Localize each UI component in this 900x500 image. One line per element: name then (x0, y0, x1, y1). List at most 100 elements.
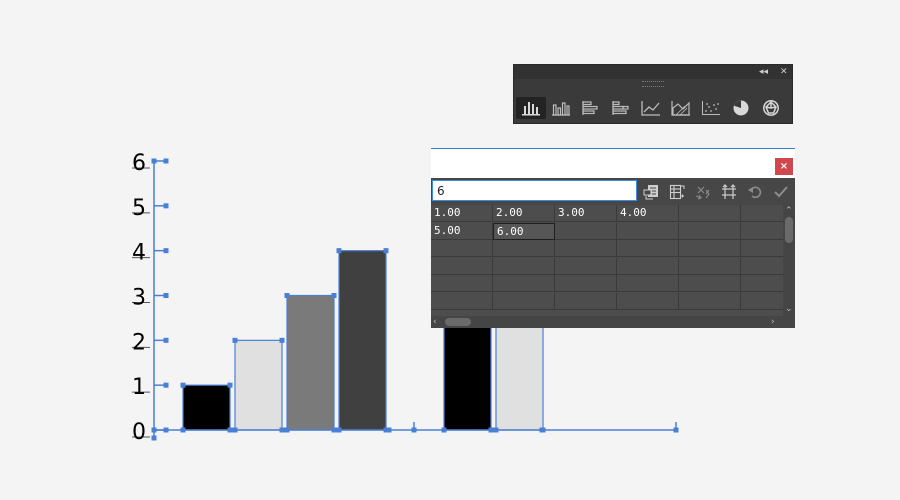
data-cell[interactable] (741, 205, 783, 222)
import-data-icon[interactable] (641, 183, 661, 201)
bar-anchor[interactable] (284, 293, 290, 298)
bar-anchor[interactable] (180, 382, 186, 388)
area-graph-icon[interactable] (666, 97, 696, 119)
bar-2[interactable] (234, 339, 283, 431)
data-cell[interactable] (679, 205, 741, 222)
pie-graph-icon[interactable] (726, 97, 756, 119)
data-cell[interactable] (679, 275, 741, 292)
data-window-titlebar[interactable]: × (431, 148, 795, 178)
data-cell[interactable] (493, 240, 555, 257)
apply-icon[interactable] (771, 183, 791, 201)
close-icon[interactable]: ✕ (780, 66, 788, 78)
bar-anchor[interactable] (383, 248, 389, 254)
data-cell[interactable]: 3.00 (555, 205, 617, 222)
axis-anchor[interactable] (151, 427, 157, 433)
data-cell[interactable] (493, 257, 555, 275)
data-cell[interactable] (555, 257, 617, 275)
tick-anchor[interactable] (163, 382, 169, 388)
bar-anchor[interactable] (279, 337, 285, 343)
axis-anchor[interactable] (386, 427, 392, 433)
data-cell[interactable] (617, 222, 679, 240)
data-cell[interactable]: 1.00 (431, 205, 493, 222)
cell-style-icon[interactable] (719, 183, 739, 201)
data-cell[interactable] (617, 275, 679, 292)
scroll-left-icon[interactable]: ‹ (433, 317, 437, 327)
data-cell[interactable]: 4.00 (617, 205, 679, 222)
data-cell[interactable] (741, 240, 783, 257)
bar-anchor[interactable] (336, 248, 342, 254)
bar-1[interactable] (182, 384, 231, 431)
y-tick-label: 1 (132, 375, 146, 400)
data-cell[interactable] (679, 240, 741, 257)
stacked-bar-graph-icon[interactable] (606, 97, 636, 119)
scroll-up-icon[interactable]: ⌃ (785, 206, 793, 216)
cell-entry-field[interactable] (432, 180, 637, 201)
data-cell[interactable] (617, 257, 679, 275)
tick-anchor[interactable] (163, 158, 169, 164)
bar-4[interactable] (338, 250, 387, 431)
double-chevron-left-icon[interactable]: ◂◂ (759, 66, 768, 78)
tick-anchor[interactable] (163, 337, 169, 343)
bar-anchor[interactable] (232, 337, 238, 343)
panel-grip[interactable] (642, 81, 664, 87)
data-cell[interactable] (431, 240, 493, 257)
data-cell[interactable] (741, 223, 783, 240)
scrollbar-thumb[interactable] (785, 217, 793, 243)
data-cell[interactable] (679, 257, 741, 275)
bar-anchor[interactable] (331, 293, 337, 298)
horizontal-scrollbar[interactable]: ‹ › (431, 316, 795, 328)
data-cell[interactable] (555, 292, 617, 310)
axis-anchor[interactable] (539, 427, 545, 433)
data-cell[interactable] (431, 257, 493, 275)
axis-anchor[interactable] (151, 435, 157, 441)
close-button[interactable]: × (775, 158, 793, 175)
bar-graph-icon[interactable] (576, 97, 606, 119)
data-cell[interactable] (555, 222, 617, 240)
axis-anchor[interactable] (281, 427, 287, 433)
axis-anchor[interactable] (334, 427, 340, 433)
y-tick-label: 3 (132, 286, 146, 311)
data-cell[interactable] (555, 240, 617, 257)
data-window-toolbar (431, 178, 795, 205)
scrollbar-thumb[interactable] (445, 318, 471, 326)
data-cell[interactable]: 5.00 (431, 222, 493, 240)
data-cell[interactable] (679, 222, 741, 240)
axis-anchor[interactable] (163, 427, 169, 433)
data-cell[interactable] (679, 292, 741, 310)
data-cell[interactable] (617, 292, 679, 310)
data-cell[interactable] (617, 240, 679, 257)
tick-anchor[interactable] (163, 248, 169, 254)
transpose-icon[interactable] (667, 183, 687, 201)
data-cell[interactable] (555, 275, 617, 292)
axis-anchor[interactable] (151, 158, 157, 164)
graph-tool-list (516, 97, 786, 119)
panel-header[interactable]: ◂◂ ✕ (514, 65, 792, 79)
data-cell[interactable] (493, 275, 555, 292)
axis-anchor[interactable] (489, 427, 495, 433)
data-cell[interactable] (431, 275, 493, 292)
revert-icon[interactable] (745, 183, 765, 201)
data-cell[interactable]: 2.00 (493, 205, 555, 222)
y-tick-label: 5 (132, 196, 146, 221)
radar-graph-icon[interactable] (756, 97, 786, 119)
y-tick-label: 4 (132, 241, 146, 266)
scroll-down-icon[interactable]: ⌄ (785, 304, 793, 314)
line-graph-icon[interactable] (636, 97, 666, 119)
scatter-graph-icon[interactable] (696, 97, 726, 119)
vertical-scrollbar[interactable]: ⌃ ⌄ (783, 205, 795, 316)
data-grid[interactable]: 1.00 2.00 3.00 4.00 5.00 6.00 (431, 205, 783, 316)
data-cell[interactable] (741, 275, 783, 292)
scroll-right-icon[interactable]: › (771, 317, 775, 327)
data-cell[interactable] (741, 293, 783, 310)
switch-xy-icon[interactable] (693, 183, 713, 201)
data-cell[interactable] (431, 292, 493, 310)
tick-anchor[interactable] (163, 203, 169, 209)
data-cell[interactable] (741, 258, 783, 275)
stacked-column-graph-icon[interactable] (546, 97, 576, 119)
data-cell[interactable]: 6.00 (493, 222, 555, 240)
column-graph-icon[interactable] (516, 97, 546, 119)
bar-3[interactable] (286, 294, 335, 431)
data-cell[interactable] (493, 292, 555, 310)
tick-anchor[interactable] (163, 293, 169, 298)
bar-anchor[interactable] (227, 382, 233, 388)
